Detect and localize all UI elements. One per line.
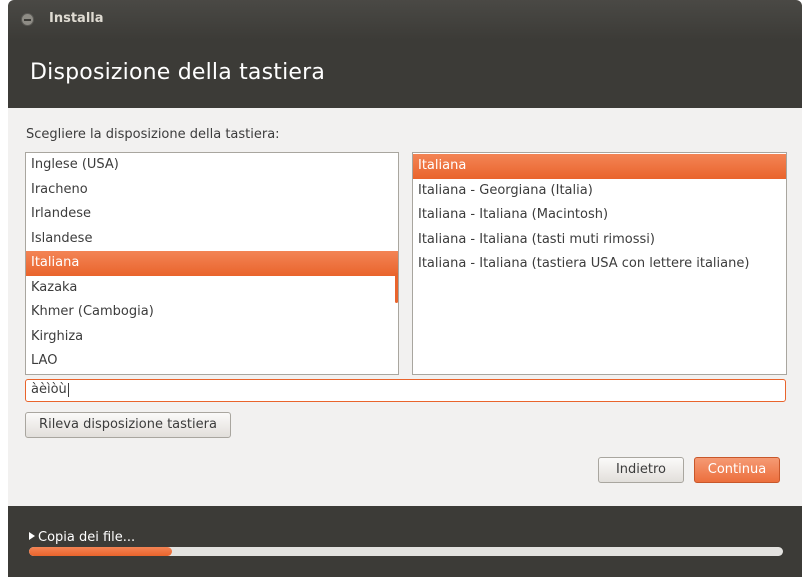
continue-button[interactable]: Continua [694,457,780,483]
keyboard-layout-list[interactable]: Inglese (USA) Iracheno Irlandese Islandese I… [25,152,399,375]
main-content: Scegliere la disposizione della tastiera… [8,108,802,506]
layout-list-scrollbar[interactable] [394,153,398,374]
install-progress-bar [29,547,783,556]
layout-list-item[interactable]: Kirghiza [26,325,398,350]
variant-list-item[interactable]: Italiana - Italiana (tastiera USA con le… [413,252,786,277]
layout-prompt-label: Scegliere la disposizione della tastiera… [26,127,280,142]
page-header: Disposizione della tastiera [8,40,802,108]
test-input-value: àèìòù [31,382,67,397]
layout-list-item[interactable]: Iracheno [26,178,398,203]
expander-arrow-icon [29,532,35,540]
variant-list-item[interactable]: Italiana - Georgiana (Italia) [413,179,786,204]
status-text: Copia dei file... [38,530,136,545]
text-caret [67,382,69,397]
install-status-bar: Copia dei file... [8,506,802,577]
layout-list-item[interactable]: Islandese [26,227,398,252]
layout-list-item[interactable]: Inglese (USA) [26,153,398,178]
page-title: Disposizione della tastiera [30,60,326,85]
keyboard-test-input[interactable]: àèìòù [25,379,786,402]
back-button[interactable]: Indietro [598,457,684,483]
progress-fill [29,547,173,556]
layout-list-item[interactable]: LAO [26,349,398,374]
variant-list-item[interactable]: Italiana - Italiana (tasti muti rimossi) [413,228,786,253]
layout-list-item[interactable]: Khmer (Cambogia) [26,300,398,325]
close-icon[interactable] [21,13,34,26]
keyboard-variant-list[interactable]: Italiana Italiana - Georgiana (Italia) Ita… [412,152,787,375]
layout-list-item[interactable]: Italiana [26,251,398,276]
scrollbar-thumb[interactable] [395,273,398,303]
variant-list-item[interactable]: Italiana [413,154,786,179]
window-title: Installa [49,11,104,26]
status-expander[interactable]: Copia dei file... [29,530,135,545]
variant-list-item[interactable]: Italiana - Italiana (Macintosh) [413,203,786,228]
layout-list-item[interactable]: Kazaka [26,276,398,301]
detect-layout-button[interactable]: Rileva disposizione tastiera [25,412,231,438]
layout-list-item[interactable]: Irlandese [26,202,398,227]
window-titlebar: Installa [8,0,802,40]
